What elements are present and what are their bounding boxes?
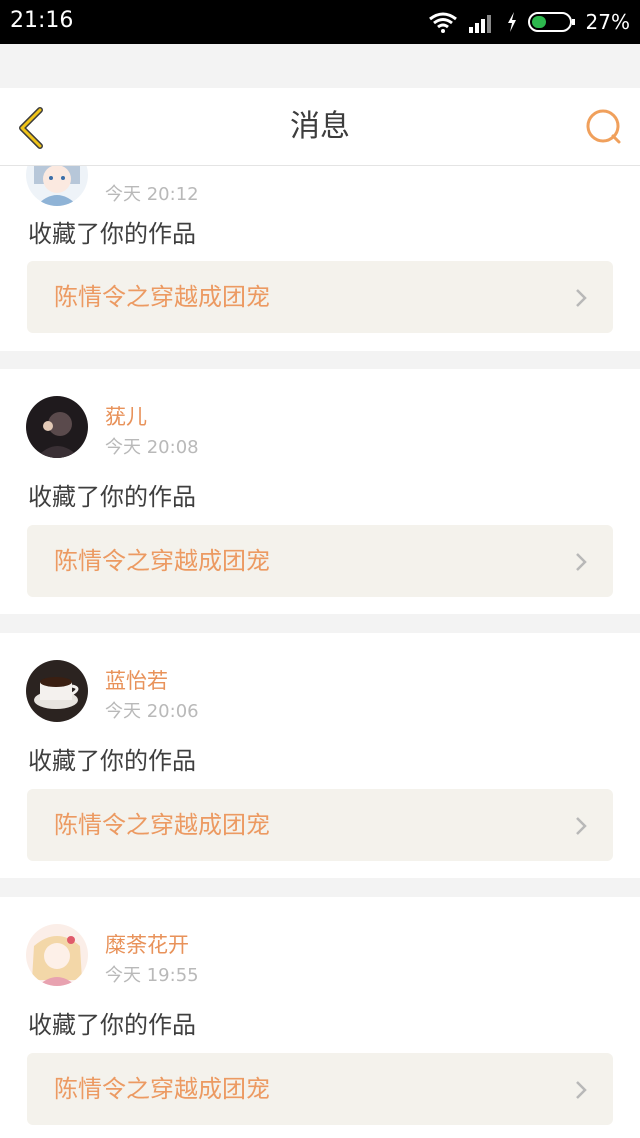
message-time: 今天 20:06 bbox=[105, 701, 199, 722]
work-title: 陈情令之穿越成团宠 bbox=[54, 547, 270, 575]
chevron-right-icon bbox=[576, 553, 587, 571]
status-time: 21:16 bbox=[10, 8, 74, 33]
username[interactable]: 蓝怡若 bbox=[105, 665, 168, 695]
battery-percentage: 27% bbox=[585, 10, 630, 34]
message-time: 今天 20:12 bbox=[105, 184, 199, 205]
action-text: 收藏了你的作品 bbox=[28, 1011, 196, 1039]
work-link[interactable]: 陈情令之穿越成团宠 bbox=[27, 525, 613, 597]
work-title: 陈情令之穿越成团宠 bbox=[54, 811, 270, 839]
status-bar: 21:16 27% bbox=[0, 0, 640, 44]
message-card: 今天 20:12 收藏了你的作品 陈情令之穿越成团宠 bbox=[0, 166, 640, 351]
chevron-right-icon bbox=[576, 289, 587, 307]
chevron-right-icon bbox=[576, 1081, 587, 1099]
message-card: 莸儿 今天 20:08 收藏了你的作品 陈情令之穿越成团宠 bbox=[0, 369, 640, 614]
search-button[interactable] bbox=[584, 108, 624, 148]
charging-icon bbox=[507, 12, 516, 32]
work-link[interactable]: 陈情令之穿越成团宠 bbox=[27, 261, 613, 333]
username[interactable]: 莸儿 bbox=[105, 401, 147, 431]
work-title: 陈情令之穿越成团宠 bbox=[54, 1075, 270, 1103]
message-time: 今天 19:55 bbox=[105, 965, 199, 986]
action-text: 收藏了你的作品 bbox=[28, 220, 196, 248]
work-title: 陈情令之穿越成团宠 bbox=[54, 283, 270, 311]
message-card: 糜荼花开 今天 19:55 收藏了你的作品 陈情令之穿越成团宠 bbox=[0, 897, 640, 1138]
username[interactable]: 糜荼花开 bbox=[105, 929, 189, 959]
search-icon bbox=[586, 109, 621, 144]
action-text: 收藏了你的作品 bbox=[28, 747, 196, 775]
message-card: 蓝怡若 今天 20:06 收藏了你的作品 陈情令之穿越成团宠 bbox=[0, 633, 640, 878]
user-avatar[interactable] bbox=[26, 166, 88, 206]
navigation-header: 消息 bbox=[0, 88, 640, 166]
user-avatar[interactable] bbox=[26, 924, 88, 986]
message-list[interactable]: 今天 20:12 收藏了你的作品 陈情令之穿越成团宠 莸儿 今天 20:08 收… bbox=[0, 166, 640, 1138]
battery-icon bbox=[527, 12, 575, 32]
action-text: 收藏了你的作品 bbox=[28, 483, 196, 511]
work-link[interactable]: 陈情令之穿越成团宠 bbox=[27, 1053, 613, 1125]
user-avatar[interactable] bbox=[26, 660, 88, 722]
signal-icon bbox=[468, 15, 491, 33]
work-link[interactable]: 陈情令之穿越成团宠 bbox=[27, 789, 613, 861]
status-icons: 27% bbox=[428, 9, 630, 35]
chevron-right-icon bbox=[576, 817, 587, 835]
page-title: 消息 bbox=[290, 109, 350, 144]
message-time: 今天 20:08 bbox=[105, 437, 199, 458]
wifi-icon bbox=[428, 12, 457, 33]
user-avatar[interactable] bbox=[26, 396, 88, 458]
